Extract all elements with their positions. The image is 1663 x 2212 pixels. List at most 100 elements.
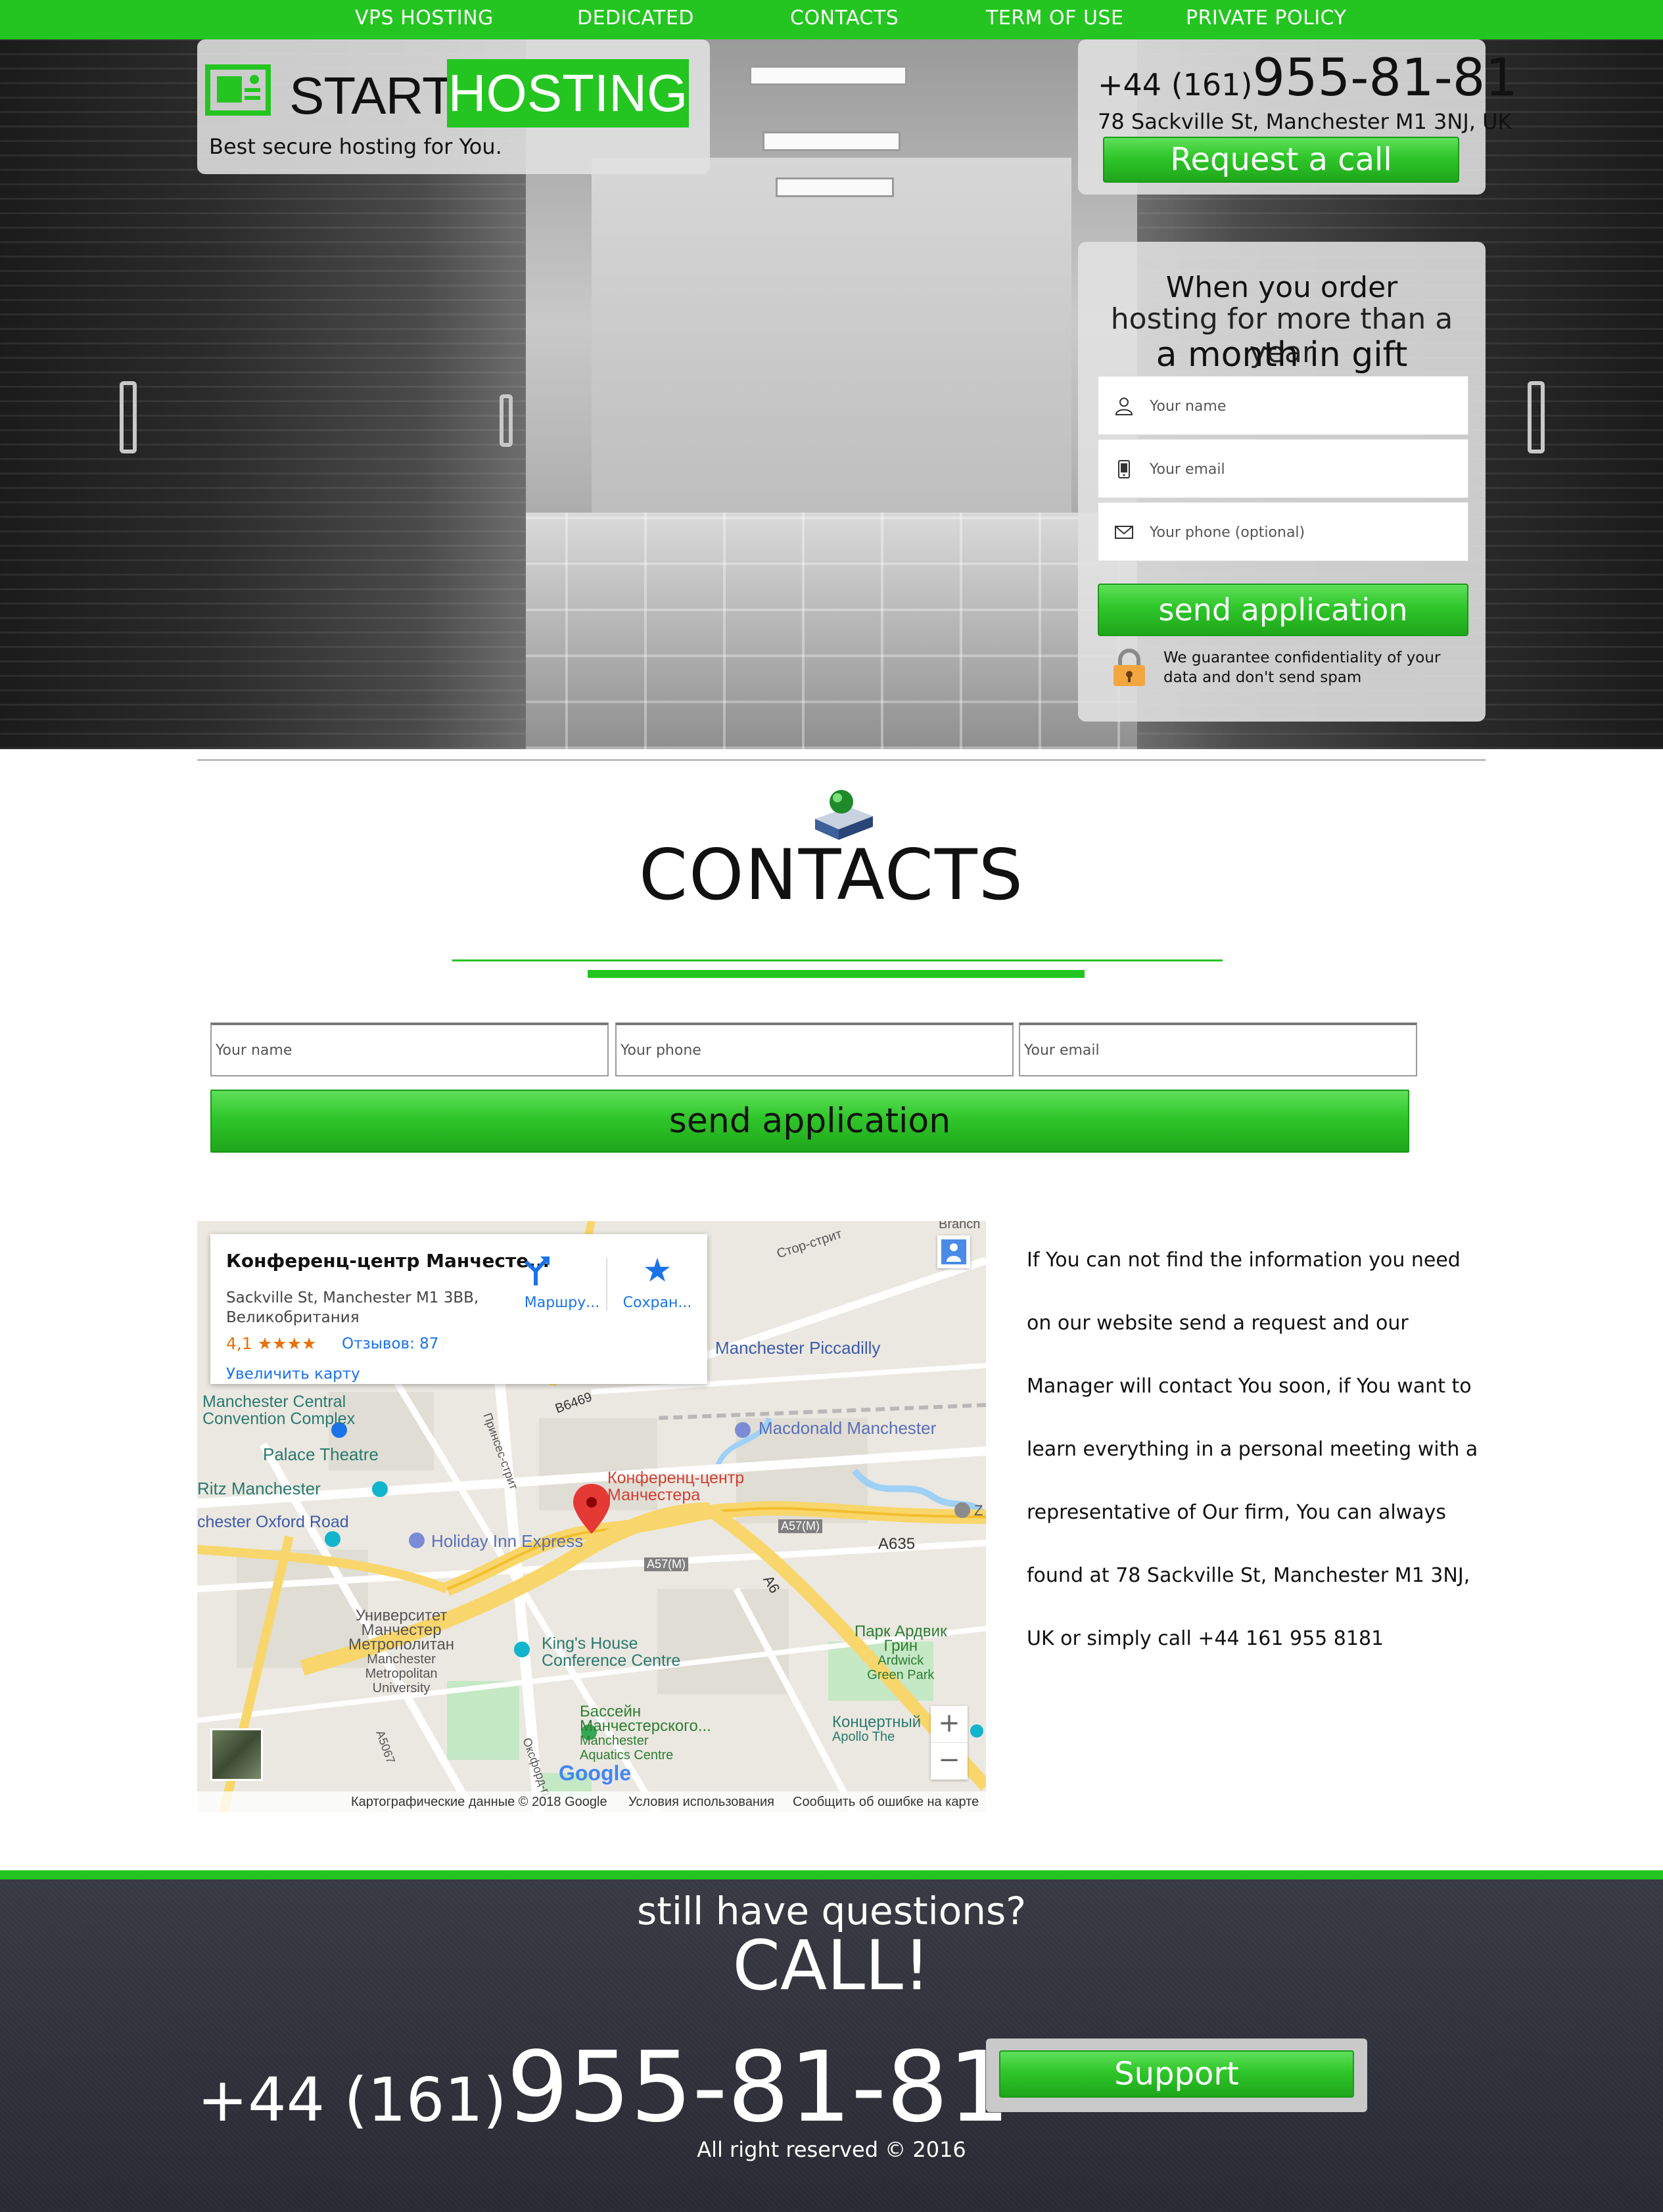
map-data-attribution: Картографические данные © 2018 Google [351,1795,607,1809]
map-label-palace-theatre: Palace Theatre [263,1444,379,1464]
google-logo-text: Google [559,1761,632,1785]
map-place-address: Sackville St, Manchester M1 3BB, Великоб… [226,1289,479,1326]
logo-panel: START HOSTING Best secure hosting for Yo… [197,39,710,174]
map-label-aquatics: Manchester [580,1734,649,1748]
nav-term-of-use[interactable]: TERM OF USE [986,7,1123,30]
map-enlarge-link[interactable]: Увеличить карту [226,1366,360,1383]
lock-icon [1113,649,1145,686]
privacy-guarantee-text: We guarantee confidentiality of your dat… [1163,649,1441,686]
contact-name-input[interactable] [210,1023,609,1076]
section-divider [197,759,1486,761]
offer-send-application-button[interactable]: send application [1098,584,1468,636]
ceiling-light [762,131,901,151]
footer-call-heading: CALL! [732,1925,931,2006]
brand-tagline: Best secure hosting for You. [209,134,502,159]
map-zoom-control: + − [931,1706,968,1780]
ceiling-light [749,66,907,85]
offer-phone-field [1098,502,1468,561]
map-label-university: Метрополитан [348,1636,455,1653]
contact-send-application-button[interactable]: send application [210,1090,1409,1153]
rack-door-handle [120,381,137,453]
map-label-ritz: Ritz Manchester [197,1479,321,1498]
map-label-z: Z [974,1502,983,1519]
rack-door-handle [500,394,513,447]
map-label-ardwick-park: Ardwick [878,1653,924,1668]
map-label-a57m: A57(M) [778,1519,823,1533]
zoom-in-button[interactable]: + [931,1706,968,1743]
map-label-convention: Convention Complex [202,1410,356,1428]
heading-underline-thin [452,959,1223,961]
map-label-university: Metropolitan [365,1667,438,1681]
map-label-branch: Branch [939,1221,981,1232]
map-directions-button[interactable]: Маршру... [519,1247,605,1320]
google-logo: Google [559,1761,631,1786]
map-save-button[interactable]: ★ Сохран... [611,1247,703,1320]
embedded-map[interactable]: Конференц-центр Манчестера Manchester Ce… [197,1221,986,1812]
header-address: 78 Sackville St, Manchester M1 3NJ, UK [1098,109,1512,134]
map-label-aquatics: Манчестерского... [580,1717,711,1735]
map-rating-stars: ★★★★ [257,1334,317,1353]
mobile-phone-icon [1118,460,1130,478]
map-card-divider [606,1258,607,1310]
support-button-frame: Support [986,2039,1367,2112]
map-place-card: Конференц-центр Манчесте... Sackville St… [210,1234,707,1384]
nav-contacts[interactable]: CONTACTS [790,7,899,30]
offer-name-input[interactable] [1150,390,1452,423]
map-place-name: Конференц-центр Манчесте... [226,1250,550,1272]
map-label-university: University [372,1681,431,1695]
contacts-heading: CONTACTS [639,835,1024,915]
logo-text-start[interactable]: START [289,66,454,126]
envelope-icon [1115,526,1133,539]
map-label-a635: A635 [878,1535,916,1553]
rack-door-handle [1528,381,1545,453]
map-directions-label: Маршру... [524,1295,600,1311]
offer-phone-input[interactable] [1150,516,1452,549]
footer-phone[interactable]: +44 (161)955-81-81 [197,2031,1010,2144]
footer-phone-number: 955-81-81 [506,2031,1010,2144]
map-pin-label: Конференц-центр [607,1469,745,1487]
support-button[interactable]: Support [999,2050,1354,2098]
nav-private-policy[interactable]: PRIVATE POLICY [1186,7,1346,30]
ceiling-light [776,177,894,197]
map-attribution-bar: Картографические данные © 2018 Google Ус… [197,1791,986,1812]
map-pin-label: Манчестера [607,1486,701,1504]
logo-image-icon [205,64,271,116]
street-view-pegman-icon[interactable] [937,1235,970,1268]
hero-background-wall [592,158,1071,526]
map-label-macdonald: Macdonald Manchester [759,1418,937,1438]
map-report-error-link[interactable]: Сообщить об ошибке на карте [793,1795,979,1810]
header-phone-prefix: +44 (161) [1098,67,1253,103]
map-label-kings-house: Conference Centre [542,1651,681,1670]
header-phone[interactable]: +44 (161)955-81-81 [1098,49,1518,108]
nav-vps-hosting[interactable]: VPS HOSTING [355,7,494,30]
server-globe-icon [815,790,873,840]
map-label-aquatics: Aquatics Centre [580,1748,674,1763]
offer-heading-line1: When you order [1165,271,1398,304]
star-icon: ★ [642,1251,672,1289]
footer-phone-prefix: +44 (161) [197,2065,507,2135]
header-phone-number: 955-81-81 [1252,49,1518,108]
copyright-text: All right reserved © 2016 [697,2137,966,2162]
directions-icon [524,1256,550,1285]
offer-heading-line3: a month in gift [1156,335,1408,375]
offer-email-input[interactable] [1150,453,1452,486]
map-label-piccadilly: Manchester Piccadilly [715,1338,881,1358]
offer-form-panel: When you order hosting for more than a y… [1078,242,1486,722]
header-contact-panel: +44 (161)955-81-81 78 Sackville St, Manc… [1078,39,1518,195]
map-label-ardwick-park: Грин [883,1637,918,1655]
logo-text-hosting[interactable]: HOSTING [447,59,689,127]
nav-dedicated[interactable]: DEDICATED [577,7,694,30]
request-call-button[interactable]: Request a call [1103,137,1459,183]
offer-name-field [1098,376,1468,435]
map-terms-link[interactable]: Условия использования [628,1795,774,1810]
zoom-out-button[interactable]: − [931,1743,968,1780]
heading-underline-thick [588,970,1085,978]
offer-email-field [1098,439,1468,498]
map-reviews-link[interactable]: Отзывов: 87 [342,1335,438,1352]
map-label-apollo: Концертный [832,1713,922,1731]
contact-phone-input[interactable] [615,1023,1014,1076]
satellite-view-toggle[interactable] [210,1728,263,1781]
contact-email-input[interactable] [1019,1023,1417,1076]
map-rating: 4,1 ★★★★ [226,1334,316,1353]
map-label-holiday-inn: Holiday Inn Express [431,1531,584,1551]
